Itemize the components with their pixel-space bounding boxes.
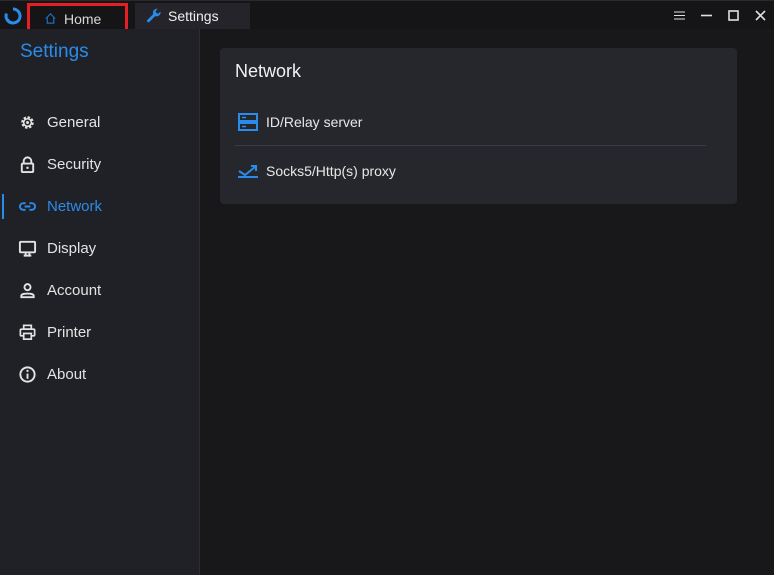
lock-icon (20, 155, 35, 173)
title-bar: Home Settings (0, 0, 774, 34)
sidebar-item-label: About (47, 365, 87, 383)
minimize-button[interactable] (693, 1, 720, 30)
sidebar-item-label: Security (47, 155, 102, 173)
row-label: ID/Relay server (266, 114, 363, 130)
tab-settings[interactable]: Settings (135, 3, 250, 29)
card-title: Network (235, 61, 302, 81)
network-card: Network ID/Relay server Socks5/Http(s) p… (220, 48, 737, 204)
maximize-button[interactable] (720, 1, 747, 30)
settings-menu: General Security Network Display Account… (0, 101, 200, 395)
wrench-icon (146, 8, 161, 23)
sidebar-item-display[interactable]: Display (0, 227, 200, 269)
monitor-icon (18, 240, 37, 257)
sidebar-item-about[interactable]: About (0, 353, 200, 395)
sidebar-item-label: Display (47, 239, 97, 257)
sidebar-item-account[interactable]: Account (0, 269, 200, 311)
link-icon (19, 201, 36, 211)
close-button[interactable] (747, 1, 774, 30)
sidebar-title: Settings (20, 41, 89, 62)
menu-icon (674, 11, 685, 20)
tab-home-label: Home (64, 10, 102, 27)
server-icon (238, 113, 258, 131)
row-divider (235, 145, 706, 146)
proxy-icon (238, 165, 258, 178)
sidebar-item-label: Account (47, 281, 102, 299)
sidebar-item-label: General (47, 113, 101, 131)
row-label: Socks5/Http(s) proxy (266, 163, 396, 179)
sidebar-item-label: Network (47, 197, 103, 215)
sidebar-item-general[interactable]: General (0, 101, 200, 143)
settings-sidebar: Settings General Security Network Displa… (0, 29, 200, 575)
app-logo-icon (4, 7, 22, 25)
home-icon (45, 13, 56, 24)
info-icon (19, 365, 36, 383)
window-controls (666, 1, 774, 30)
printer-icon (19, 324, 36, 340)
sidebar-item-network[interactable]: Network (0, 185, 200, 227)
tab-settings-label: Settings (168, 8, 219, 24)
sidebar-item-printer[interactable]: Printer (0, 311, 200, 353)
maximize-icon (728, 10, 739, 21)
close-icon (755, 10, 766, 21)
socks5-proxy-row[interactable]: Socks5/Http(s) proxy (237, 154, 707, 188)
sidebar-item-security[interactable]: Security (0, 143, 200, 185)
menu-button[interactable] (666, 1, 693, 30)
gear-icon (21, 115, 34, 129)
person-icon (20, 282, 35, 298)
sidebar-item-label: Printer (47, 323, 92, 341)
minimize-icon (701, 14, 712, 17)
id-relay-server-row[interactable]: ID/Relay server (237, 105, 707, 139)
